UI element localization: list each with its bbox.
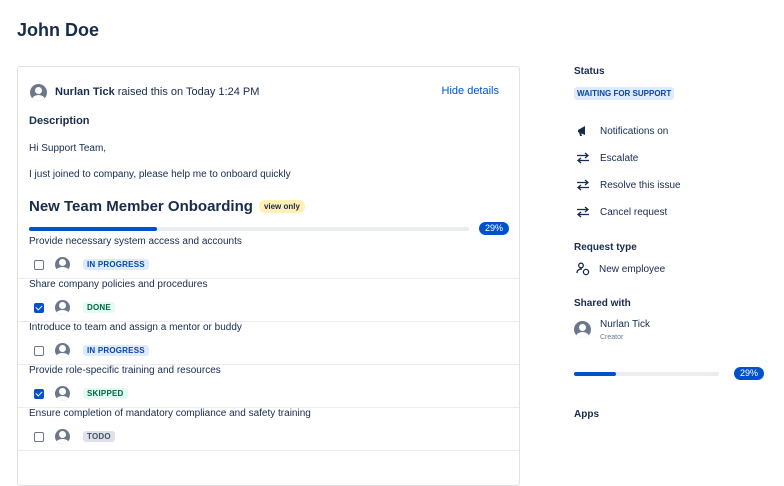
status-badge: DONE — [83, 302, 115, 313]
checklist-title-text: New Team Member Onboarding — [29, 198, 253, 215]
notifications-button[interactable]: Notifications on — [576, 125, 668, 137]
shared-with-label: Shared with — [574, 298, 631, 309]
transition-icon — [576, 179, 590, 191]
raised-text: raised this on Today 1:24 PM — [117, 86, 260, 98]
transition-icon — [576, 152, 590, 164]
shared-user-name: Nurlan Tick — [600, 319, 651, 330]
sidebar-progress-label: 29% — [734, 367, 765, 380]
checklist-item: SKIPPED — [34, 386, 128, 401]
add-person-icon — [576, 262, 590, 276]
status-badge: IN PROGRESS — [83, 259, 149, 270]
shared-with-user: Nurlan Tick Creator — [574, 318, 650, 344]
divider — [18, 450, 519, 451]
transition-icon — [576, 206, 590, 218]
raised-info: Nurlan Tick raised this on Today 1:24 PM — [30, 82, 259, 102]
page-title: John Doe — [17, 20, 100, 40]
assignee-avatar-icon[interactable] — [55, 300, 70, 315]
checklist-item-title: Provide role-specific training and resou… — [29, 365, 221, 376]
item-checkbox[interactable] — [34, 431, 44, 442]
item-checkbox[interactable] — [34, 388, 44, 399]
assignee-avatar-icon[interactable] — [55, 257, 70, 272]
resolve-issue-button[interactable]: Resolve this issue — [576, 179, 681, 191]
action-label: Cancel request — [600, 206, 668, 218]
checklist-item-title: Share company policies and procedures — [29, 279, 208, 290]
checklist-progress-fill — [29, 227, 157, 231]
checklist-item: DONE — [34, 300, 115, 315]
assignee-avatar-icon[interactable] — [55, 386, 70, 401]
megaphone-icon — [578, 126, 585, 136]
avatar-icon — [574, 321, 591, 338]
request-type-label: Request type — [574, 242, 637, 253]
checklist-item: TODO — [34, 429, 115, 444]
item-checkbox[interactable] — [34, 259, 44, 270]
view-only-badge: view only — [258, 200, 305, 213]
status-badge: SKIPPED — [83, 388, 128, 399]
checklist-progress-bar — [29, 227, 469, 231]
action-label: Notifications on — [600, 125, 669, 137]
action-label: Escalate — [600, 152, 639, 164]
reporter-name: Nurlan Tick — [55, 86, 115, 98]
checklist-item-title: Provide necessary system access and acco… — [29, 236, 242, 247]
sidebar-progress-bar — [574, 372, 719, 376]
cancel-request-button[interactable]: Cancel request — [576, 206, 667, 218]
status-badge[interactable]: WAITING FOR SUPPORT — [574, 87, 675, 100]
shared-user-role: Creator — [600, 334, 624, 341]
request-type: New employee — [576, 262, 665, 276]
description-line: Hi Support Team, — [29, 143, 107, 154]
status-badge: TODO — [83, 431, 115, 442]
item-checkbox[interactable] — [34, 345, 44, 356]
checklist-item: IN PROGRESS — [34, 257, 149, 272]
status-label: Status — [574, 66, 605, 77]
status-badge: IN PROGRESS — [83, 345, 149, 356]
apps-label: Apps — [574, 409, 599, 420]
description-label: Description — [29, 115, 90, 127]
action-label: Resolve this issue — [600, 179, 681, 191]
checklist-item-title: Introduce to team and assign a mentor or… — [29, 322, 242, 333]
item-checkbox[interactable] — [34, 302, 44, 313]
avatar-icon — [30, 83, 47, 101]
hide-details-link[interactable]: Hide details — [442, 85, 499, 97]
request-type-value: New employee — [599, 263, 666, 275]
escalate-button[interactable]: Escalate — [576, 152, 638, 164]
sidebar-progress-fill — [574, 372, 617, 376]
checklist-progress-label: 29% — [479, 222, 510, 235]
checklist-item-title: Ensure completion of mandatory complianc… — [29, 408, 311, 419]
assignee-avatar-icon[interactable] — [55, 429, 70, 444]
assignee-avatar-icon[interactable] — [55, 343, 70, 358]
checklist-title: New Team Member Onboarding view only — [29, 198, 305, 215]
request-card: Nurlan Tick raised this on Today 1:24 PM… — [17, 66, 520, 486]
checklist-item: IN PROGRESS — [34, 343, 149, 358]
description-line: I just joined to company, please help me… — [29, 169, 291, 180]
